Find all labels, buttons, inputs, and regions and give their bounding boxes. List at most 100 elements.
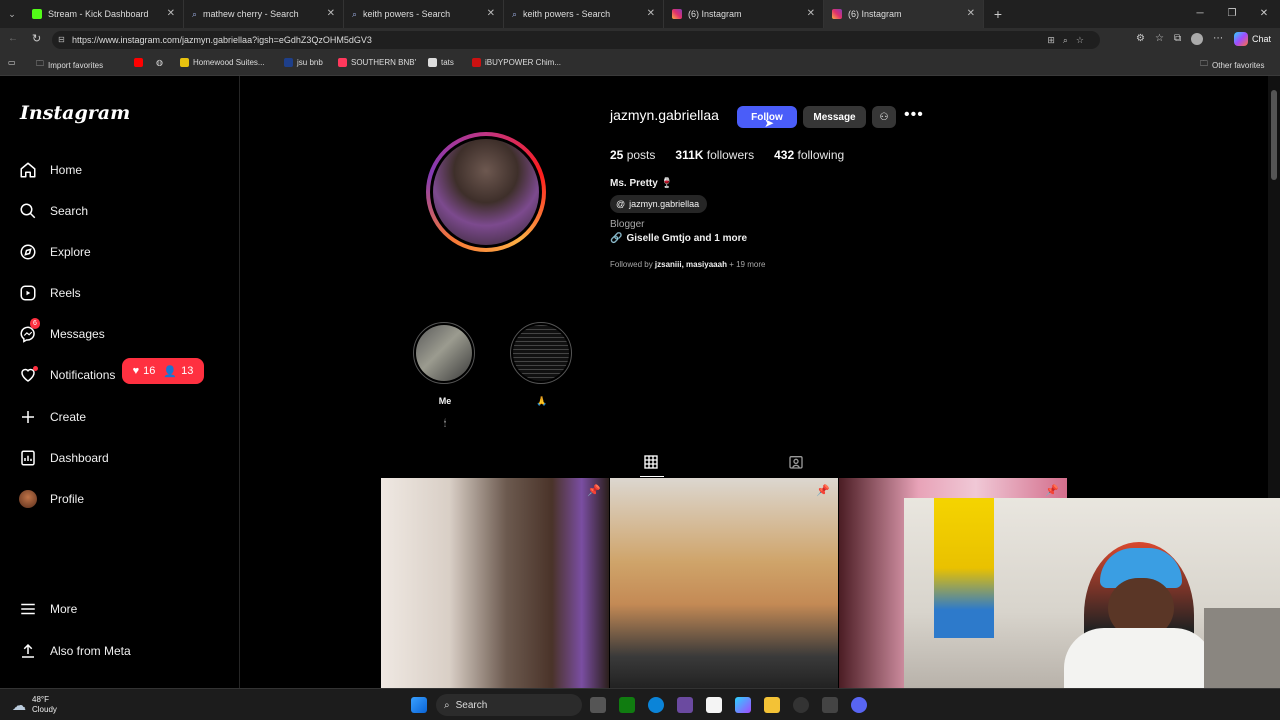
tagged-icon	[789, 456, 803, 469]
profile-category: Blogger	[610, 219, 645, 230]
address-actions-icon[interactable]: ⊞⌕☆	[1047, 31, 1092, 49]
threads-badge[interactable]: @ jazmyn.gabriellaa	[610, 195, 708, 213]
tats-icon	[428, 58, 437, 67]
minimize-icon[interactable]: ─	[1184, 0, 1216, 28]
settings-icon[interactable]	[793, 697, 809, 713]
followers-stat[interactable]: 311K followers	[675, 148, 754, 162]
profile-photo	[433, 139, 539, 245]
followers-count: 311K	[675, 148, 704, 162]
search-icon: ⌕	[192, 8, 198, 19]
notification-pill[interactable]: ♥ 16 👤 13	[122, 358, 204, 384]
favorite-ibuypower[interactable]: iBUYPOWER Chim...	[472, 58, 561, 67]
glass-emoji-icon: 🍷	[660, 178, 674, 189]
tab-instagram-2[interactable]: (6) Instagram ✕	[824, 0, 984, 28]
posts-grid-tab[interactable]	[643, 454, 661, 472]
close-icon[interactable]: ✕	[967, 8, 975, 19]
edge-icon[interactable]	[648, 697, 664, 713]
menu-dots-icon[interactable]: ⋯	[1213, 33, 1223, 45]
tab-search-2[interactable]: ⌕ keith powers - Search ✕	[344, 0, 504, 28]
post-tile[interactable]: 📌	[610, 478, 838, 688]
tab-title: (6) Instagram	[688, 9, 742, 19]
store-icon[interactable]	[677, 697, 693, 713]
file-explorer-icon[interactable]	[764, 697, 780, 713]
tagged-tab[interactable]	[788, 454, 806, 472]
sidebar-item-also-from-meta[interactable]: Also from Meta	[18, 639, 131, 663]
posts-stat: 25 posts	[610, 148, 655, 162]
extensions-icon[interactable]: ⚙	[1136, 33, 1145, 45]
sidebar-item-more[interactable]: More	[18, 597, 77, 621]
close-icon[interactable]: ✕	[167, 8, 175, 19]
followed-by[interactable]: Followed by jzsaniii, masiyaaah + 19 mor…	[610, 260, 765, 269]
reload-icon[interactable]: ↻	[32, 32, 41, 45]
profile-picture[interactable]	[426, 132, 546, 252]
profile-links[interactable]: 🔗 Giselle Gmtjo and 1 more	[610, 233, 747, 244]
profile-avatar[interactable]	[1191, 33, 1204, 45]
tab-kick[interactable]: Stream - Kick Dashboard ✕	[24, 0, 184, 28]
sidebar-item-profile[interactable]: Profile	[18, 487, 84, 511]
favorite-tats[interactable]: tats	[428, 58, 454, 67]
suggest-user-button[interactable]: ⚇	[872, 106, 896, 128]
sidebar-item-dashboard[interactable]: Dashboard	[18, 446, 109, 470]
url-text: https://www.instagram.com/jazmyn.gabriel…	[72, 35, 372, 45]
sidebar-item-reels[interactable]: Reels	[18, 281, 81, 305]
close-icon[interactable]: ✕	[647, 8, 655, 19]
close-window-icon[interactable]: ✕	[1248, 0, 1280, 28]
new-tab-plus-icon[interactable]: +	[984, 6, 1012, 22]
taskbar-search[interactable]: ⌕ Search	[436, 694, 582, 716]
scrollbar-thumb[interactable]	[1271, 90, 1277, 180]
back-arrow-icon[interactable]: ←	[8, 33, 18, 44]
instagram-logo[interactable]: Instagram	[20, 102, 130, 124]
restore-icon[interactable]: ❐	[1216, 0, 1248, 28]
sidebar-item-notifications[interactable]: Notifications	[18, 363, 115, 387]
sidebar-item-explore[interactable]: Explore	[18, 240, 91, 264]
messages-badge: 6	[30, 318, 40, 329]
followed-by-prefix: Followed by	[610, 260, 653, 269]
highlight-cover	[513, 325, 569, 381]
other-favorites[interactable]: 🗀 Other favorites	[1200, 58, 1264, 72]
favorite-southern-bnb[interactable]: SOUTHERN BNB'	[338, 58, 416, 67]
copilot-icon[interactable]	[735, 697, 751, 713]
sidebar-item-create[interactable]: Create	[18, 405, 86, 429]
task-view-icon[interactable]	[590, 697, 606, 713]
xbox-icon[interactable]	[619, 697, 635, 713]
heart-icon	[18, 365, 38, 385]
weather-widget[interactable]: ☁ 48°F Cloudy	[12, 695, 57, 715]
copilot-chat-button[interactable]: Chat	[1234, 32, 1271, 46]
close-icon[interactable]: ✕	[327, 8, 335, 19]
options-dots-icon[interactable]: •••	[904, 106, 924, 124]
message-button[interactable]: Message	[803, 106, 866, 128]
close-icon[interactable]: ✕	[807, 8, 815, 19]
sidebar-item-messages[interactable]: 6 Messages	[18, 318, 105, 346]
url-field[interactable]: ⊟ https://www.instagram.com/jazmyn.gabri…	[52, 31, 1100, 49]
sidebar-item-label: Also from Meta	[50, 644, 131, 658]
post-tile[interactable]: 📌	[381, 478, 609, 688]
pin-icon: 📌	[587, 485, 601, 497]
highlight-me[interactable]: Me 🕯	[413, 322, 477, 429]
highlight-2[interactable]: 🙏	[510, 322, 574, 407]
youtube-icon[interactable]	[134, 58, 143, 67]
site-info-icon[interactable]: ⊟	[58, 31, 65, 49]
tab-search-3[interactable]: ⌕ keith powers - Search ✕	[504, 0, 664, 28]
close-icon[interactable]: ✕	[487, 8, 495, 19]
sidebar-toggle-icon[interactable]: ▭	[8, 58, 16, 67]
favorite-import[interactable]: 🗀 Import favorites	[36, 58, 103, 72]
favorite-label: SOUTHERN BNB'	[351, 58, 417, 67]
file-icon[interactable]	[706, 697, 722, 713]
tab-search-1[interactable]: ⌕ mathew cherry - Search ✕	[184, 0, 344, 28]
globe-icon[interactable]: ◍	[156, 58, 163, 67]
tab-list-chevron-icon[interactable]: ⌄	[0, 0, 24, 28]
prayer-emoji-icon: 🙏	[536, 396, 548, 406]
following-stat[interactable]: 432 following	[774, 148, 844, 162]
discord-icon[interactable]	[851, 697, 867, 713]
favorites-icon[interactable]: ☆	[1155, 33, 1164, 45]
sidebar-item-home[interactable]: Home	[18, 158, 82, 182]
sidebar-item-search[interactable]: Search	[18, 199, 88, 223]
dashboard-icon	[18, 448, 38, 468]
favorite-jsu-bnb[interactable]: jsu bnb	[284, 58, 323, 67]
favorite-homewood[interactable]: Homewood Suites...	[180, 58, 265, 67]
follows-count: 13	[181, 365, 194, 377]
app-icon[interactable]	[822, 697, 838, 713]
tab-instagram-1[interactable]: (6) Instagram ✕	[664, 0, 824, 28]
start-button[interactable]	[411, 697, 427, 713]
collections-icon[interactable]: ⧉	[1174, 33, 1181, 45]
